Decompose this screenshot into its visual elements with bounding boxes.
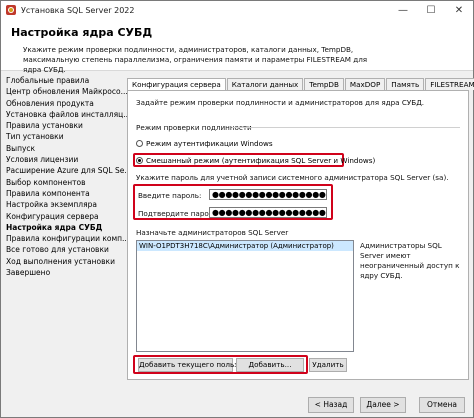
radio-mixed-mode-label: Смешанный режим (аутентификация SQL Serv… [146, 156, 376, 165]
sa-password-intro: Укажите пароль для учетной записи систем… [136, 173, 449, 182]
tab-panel-server-configuration: Задайте режим проверки подлинности и адм… [127, 90, 469, 380]
window-title: Установка SQL Server 2022 [21, 5, 135, 15]
title-bar: Установка SQL Server 2022 — ☐ ✕ [1, 1, 473, 19]
minimize-icon[interactable]: — [389, 1, 417, 19]
nav-step-item[interactable]: Выпуск [5, 143, 127, 154]
nav-step-item[interactable]: Тип установки [5, 131, 127, 142]
radio-mixed-mode[interactable]: Смешанный режим (аутентификация SQL Serv… [136, 156, 375, 165]
add-current-user-button[interactable]: Добавить текущего пользователя [138, 358, 269, 372]
admins-note: Администраторы SQL Server имеют неограни… [360, 241, 460, 280]
list-item[interactable]: WIN-O1PDT3H718C\Администратор (Администр… [137, 241, 353, 251]
remove-button[interactable]: Удалить [309, 358, 347, 372]
radio-windows-auth[interactable]: Режим аутентификации Windows [136, 139, 273, 148]
add-button[interactable]: Добавить... [236, 358, 304, 372]
tab-item[interactable]: FILESTREAM [425, 78, 474, 90]
confirm-password-input[interactable]: ●●●●●●●●●●●●●●●●●●●●●●●●●●● [209, 207, 327, 218]
nav-step-item[interactable]: Настройка ядра СУБД [5, 222, 127, 233]
nav-step-item[interactable]: Настройка экземпляра [5, 199, 127, 210]
tab-item[interactable]: TempDB [304, 78, 344, 90]
tab-item[interactable]: Каталоги данных [226, 78, 304, 90]
nav-step-item[interactable]: Завершено [5, 267, 127, 278]
cancel-button[interactable]: Отмена [419, 397, 465, 413]
nav-step-item[interactable]: Условия лицензии [5, 154, 127, 165]
radio-mixed-mode-dot[interactable] [136, 157, 143, 164]
close-icon[interactable]: ✕ [445, 1, 473, 19]
tab-item[interactable]: MaxDOP [344, 78, 386, 90]
password-input[interactable]: ●●●●●●●●●●●●●●●●●●●●●●●●●●● [209, 189, 327, 200]
password-label: Введите пароль: [138, 191, 202, 200]
nav-step-item[interactable]: Правила конфигурации комп... [5, 233, 127, 244]
nav-step-item[interactable]: Правила компонента [5, 188, 127, 199]
sql-server-setup-icon [6, 5, 16, 15]
nav-step-item[interactable]: Все готово для установки [5, 244, 127, 255]
nav-step-item[interactable]: Центр обновления Майкросо... [5, 86, 127, 97]
page-description: Укажите режим проверки подлинности, адми… [23, 45, 368, 74]
admins-listbox[interactable]: WIN-O1PDT3H718C\Администратор (Администр… [136, 240, 354, 352]
next-button[interactable]: Далее > [360, 397, 406, 413]
installer-window: Установка SQL Server 2022 — ☐ ✕ Настройк… [0, 0, 474, 418]
nav-step-item[interactable]: Конфигурация сервера [5, 211, 127, 222]
nav-step-item[interactable]: Обновления продукта [5, 98, 127, 109]
page-title: Настройка ядра СУБД [11, 26, 153, 39]
back-button[interactable]: < Назад [308, 397, 354, 413]
nav-step-item[interactable]: Выбор компонентов [5, 177, 127, 188]
nav-step-item[interactable]: Расширение Azure для SQL Se... [5, 165, 127, 176]
nav-step-item[interactable]: Ход выполнения установки [5, 256, 127, 267]
steps-navigation: Глобальные правила Центр обновления Майкр… [5, 75, 127, 278]
nav-step-item[interactable]: Установка файлов инсталляц... [5, 109, 127, 120]
nav-step-item[interactable]: Правила установки [5, 120, 127, 131]
page-header: Настройка ядра СУБД Укажите режим провер… [1, 19, 473, 74]
nav-step-item[interactable]: Глобальные правила [5, 75, 127, 86]
admins-label: Назначьте администраторов SQL Server [136, 228, 289, 237]
confirm-password-label: Подтвердите пароль: [138, 209, 221, 218]
tab-item[interactable]: Память [386, 78, 425, 90]
radio-windows-auth-dot[interactable] [136, 140, 143, 147]
tab-strip: Конфигурация сервера Каталоги данных TempD… [127, 78, 474, 91]
panel-intro: Задайте режим проверки подлинности и адм… [136, 98, 425, 107]
radio-windows-auth-label: Режим аутентификации Windows [146, 139, 273, 148]
maximize-icon[interactable]: ☐ [417, 1, 445, 19]
group-divider [232, 127, 460, 128]
